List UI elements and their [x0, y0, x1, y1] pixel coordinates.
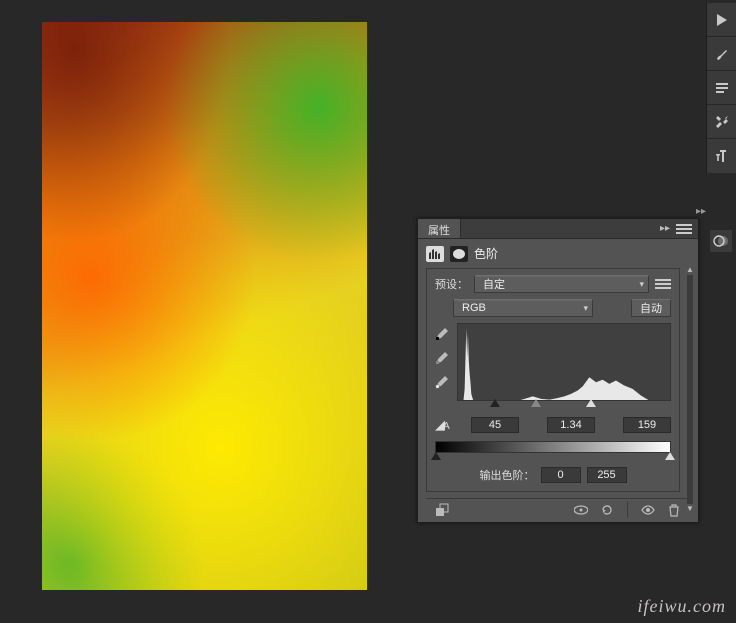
view-previous-icon[interactable] [573, 502, 589, 518]
output-gradient[interactable] [435, 441, 671, 453]
properties-panel: 属性 ▸▸ 色阶 预设： 自定 ▾ [417, 218, 699, 523]
document-canvas[interactable] [42, 22, 367, 590]
panel-scrollbar[interactable]: ▲ ▼ [684, 265, 696, 514]
play-icon[interactable] [707, 3, 736, 37]
brush-icon[interactable] [707, 37, 736, 71]
output-high-input[interactable]: 255 [587, 467, 627, 483]
scroll-up-icon[interactable]: ▲ [684, 265, 696, 275]
chevron-down-icon: ▾ [583, 303, 588, 314]
histogram [457, 323, 671, 401]
tab-properties[interactable]: 属性 [418, 219, 461, 238]
panel-header: 色阶 [426, 245, 690, 268]
preset-value: 自定 [483, 276, 505, 292]
panel-body: 色阶 预设： 自定 ▾ RGB ▾ 自动 [418, 239, 698, 522]
eyedropper-group [435, 323, 451, 409]
preset-label: 预设： [435, 276, 468, 292]
type-icon[interactable] [707, 139, 736, 173]
visibility-icon[interactable] [640, 502, 656, 518]
output-low-slider[interactable] [431, 452, 441, 460]
preset-menu-icon[interactable] [655, 277, 671, 291]
channel-select[interactable]: RGB ▾ [453, 299, 593, 317]
levels-icon [426, 246, 444, 262]
tools-cross-icon[interactable] [707, 105, 736, 139]
expand-handle-icon[interactable]: ▸▸ [696, 206, 706, 217]
panel-tabbar: 属性 ▸▸ [418, 219, 698, 239]
adjustments-panel-icon[interactable] [710, 230, 732, 252]
watermark: ifeiwu.com [638, 596, 727, 617]
reset-icon[interactable] [599, 502, 615, 518]
clip-to-layer-icon[interactable] [434, 502, 450, 518]
adjustment-title: 色阶 [474, 245, 498, 262]
right-panel-strip [706, 3, 736, 173]
auto-button[interactable]: 自动 [631, 299, 671, 317]
trash-icon[interactable] [666, 502, 682, 518]
chevron-down-icon: ▾ [639, 279, 644, 290]
eyedropper-black-icon[interactable] [435, 325, 451, 341]
panel-menu-icon[interactable] [676, 222, 692, 236]
preset-select[interactable]: 自定 ▾ [474, 275, 649, 293]
eyedropper-white-icon[interactable] [435, 373, 451, 389]
input-levels-icon: ◢A [435, 417, 461, 433]
output-high-slider[interactable] [665, 452, 675, 460]
collapse-icon[interactable]: ▸▸ [660, 223, 670, 234]
shadow-input[interactable]: 45 [471, 417, 519, 433]
scroll-down-icon[interactable]: ▼ [684, 504, 696, 514]
midtone-input[interactable]: 1.34 [547, 417, 595, 433]
highlight-input[interactable]: 159 [623, 417, 671, 433]
paragraph-icon[interactable] [707, 71, 736, 105]
levels-controls: 预设： 自定 ▾ RGB ▾ 自动 [426, 268, 680, 492]
shadow-slider[interactable] [490, 399, 500, 407]
midtone-slider[interactable] [531, 399, 541, 407]
mask-icon[interactable] [450, 246, 468, 262]
highlight-slider[interactable] [586, 399, 596, 407]
channel-value: RGB [462, 302, 486, 314]
input-sliders[interactable] [457, 399, 671, 409]
eyedropper-gray-icon[interactable] [435, 349, 451, 365]
panel-footer [426, 498, 690, 520]
output-label: 输出色阶： [480, 467, 535, 483]
output-low-input[interactable]: 0 [541, 467, 581, 483]
